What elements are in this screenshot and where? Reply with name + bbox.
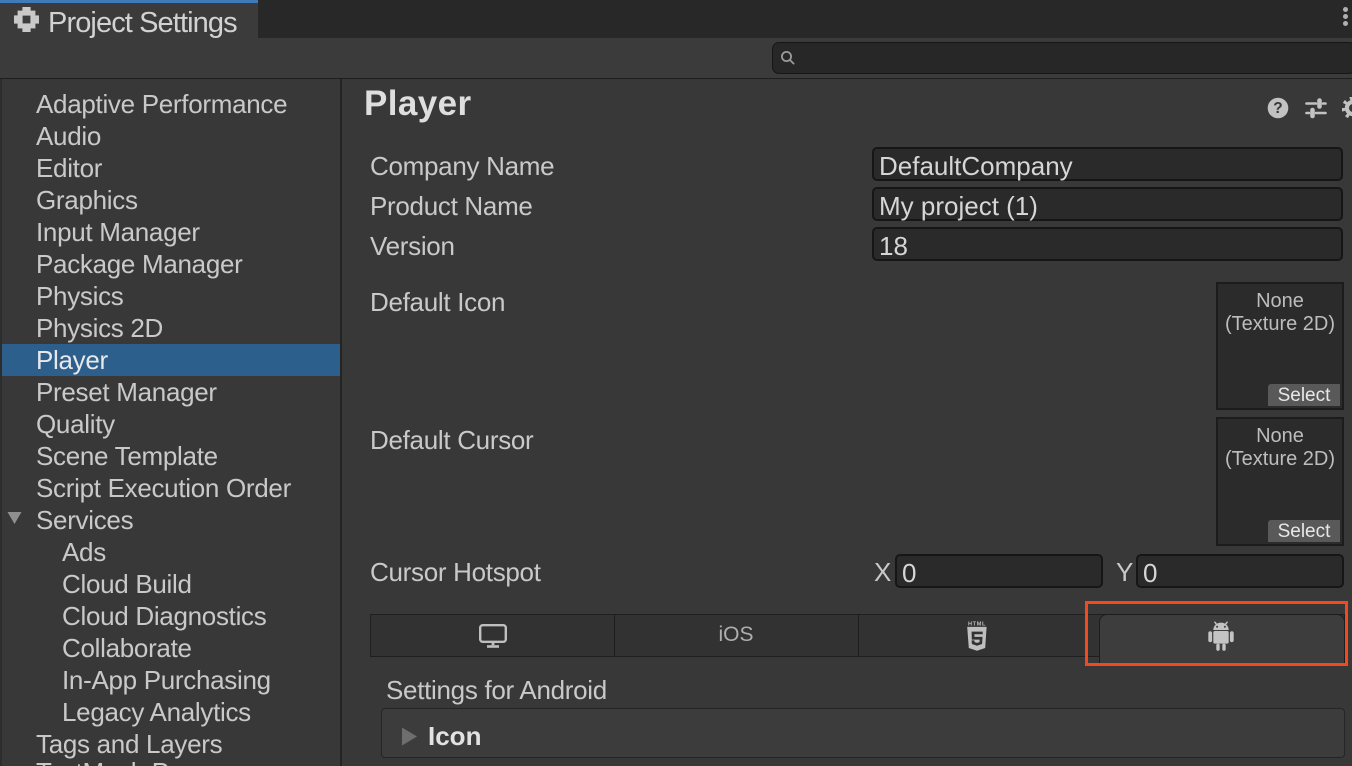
svg-text:HTML: HTML — [968, 622, 986, 628]
svg-text:?: ? — [1273, 100, 1282, 117]
